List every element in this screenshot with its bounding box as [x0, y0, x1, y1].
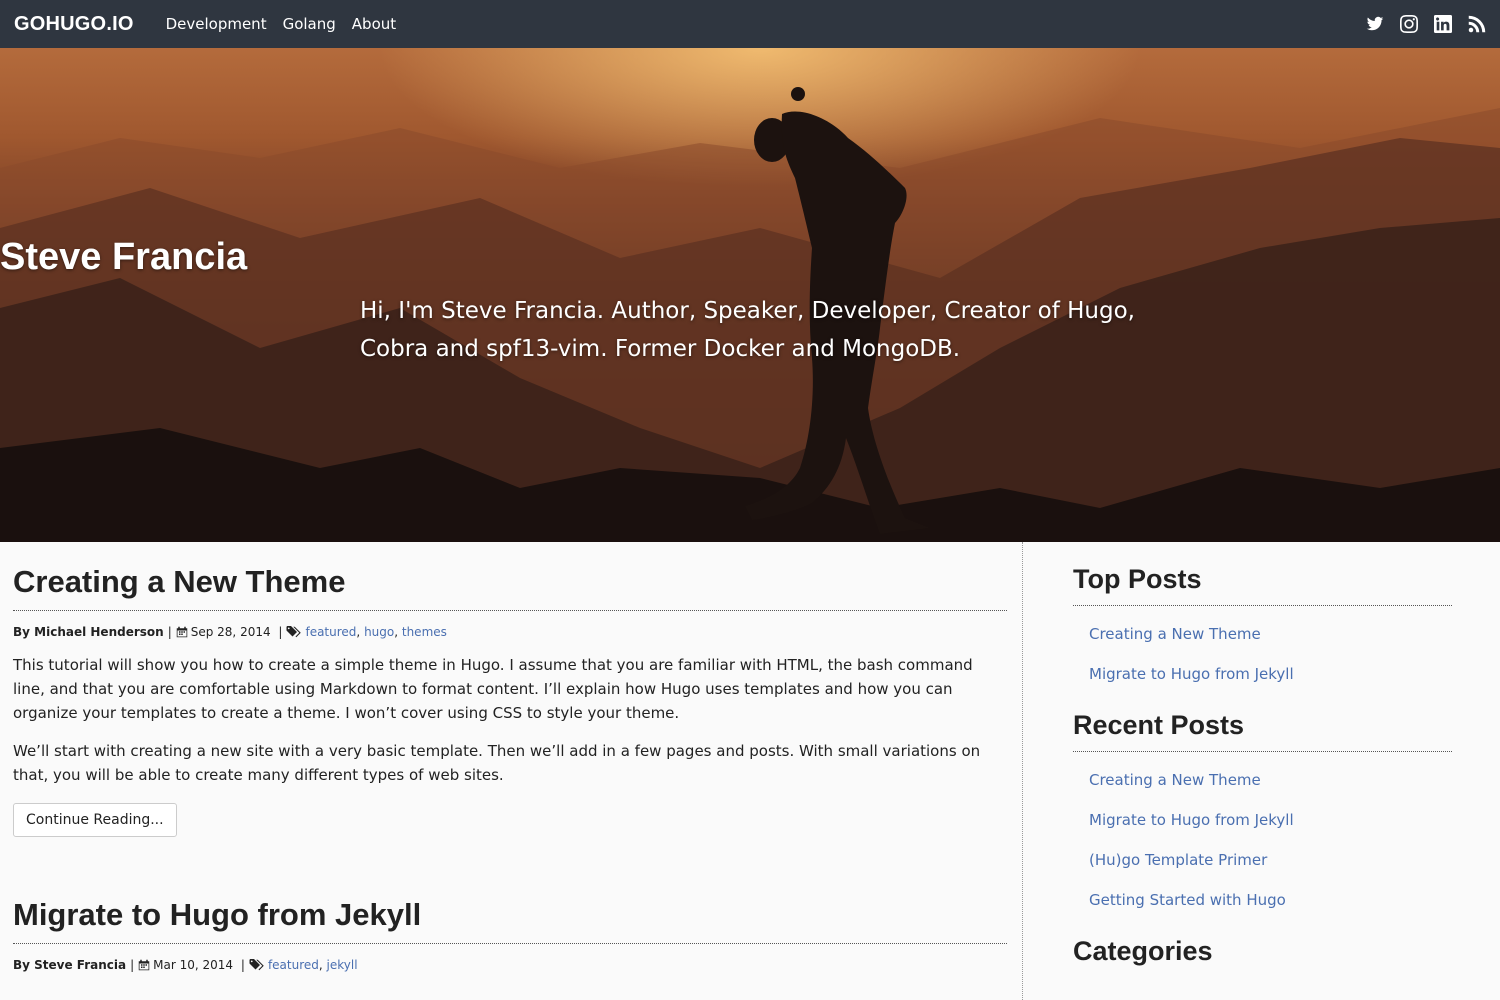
post-title-link[interactable]: Creating a New Theme: [13, 564, 1007, 611]
meta-separator: |: [167, 625, 172, 639]
list-item: Migrate to Hugo from Jekyll: [1089, 654, 1452, 694]
excerpt-paragraph: We’ll start with creating a new site wit…: [13, 742, 981, 784]
post-summary: Creating a New Theme By Michael Henderso…: [13, 564, 1007, 837]
tag-link[interactable]: hugo: [364, 625, 394, 639]
top-posts-section: Top Posts Creating a New Theme Migrate t…: [1073, 564, 1452, 694]
tag-link[interactable]: featured: [305, 625, 356, 639]
tags-icon: [249, 959, 265, 971]
post-date: Sep 28, 2014: [190, 625, 271, 639]
top-navbar: GOHUGO.IO Development Golang About: [0, 0, 1500, 48]
calendar-icon: [138, 959, 150, 971]
list-item: (Hu)go Template Primer: [1089, 840, 1452, 880]
linkedin-icon[interactable]: [1434, 15, 1452, 33]
nav-link-development[interactable]: Development: [166, 15, 267, 33]
post-excerpt: This tutorial will show you how to creat…: [13, 653, 1007, 787]
categories-section: Categories: [1073, 936, 1452, 977]
recent-posts-heading: Recent Posts: [1073, 710, 1452, 752]
twitter-icon[interactable]: [1366, 15, 1384, 33]
top-post-link[interactable]: Migrate to Hugo from Jekyll: [1089, 665, 1294, 683]
nav-link-about[interactable]: About: [352, 15, 396, 33]
tags-icon: [286, 626, 302, 638]
tag-link[interactable]: jekyll: [327, 958, 358, 972]
list-item: Migrate to Hugo from Jekyll: [1089, 800, 1452, 840]
recent-posts-section: Recent Posts Creating a New Theme Migrat…: [1073, 710, 1452, 920]
meta-separator: |: [274, 625, 283, 639]
instagram-icon[interactable]: [1400, 15, 1418, 33]
social-links: [1350, 0, 1486, 48]
hero-banner: Steve Francia Hi, I'm Steve Francia. Aut…: [0, 48, 1500, 542]
sidebar-divider: [1022, 542, 1023, 1000]
recent-posts-list: Creating a New Theme Migrate to Hugo fro…: [1073, 760, 1452, 920]
rss-icon[interactable]: [1468, 15, 1486, 33]
list-item: Creating a New Theme: [1089, 614, 1452, 654]
calendar-icon: [176, 626, 188, 638]
hero-title: Steve Francia: [0, 236, 248, 278]
list-item: Creating a New Theme: [1089, 760, 1452, 800]
post-list: Creating a New Theme By Michael Henderso…: [13, 542, 1007, 972]
nav-link-golang[interactable]: Golang: [283, 15, 336, 33]
recent-post-link[interactable]: Getting Started with Hugo: [1089, 891, 1286, 909]
excerpt-paragraph: This tutorial will show you how to creat…: [13, 656, 973, 722]
post-date: Mar 10, 2014: [153, 958, 234, 972]
top-posts-list: Creating a New Theme Migrate to Hugo fro…: [1073, 614, 1452, 694]
tag-link[interactable]: themes: [402, 625, 447, 639]
tag-link[interactable]: featured: [268, 958, 319, 972]
post-meta: By Michael Henderson | Sep 28, 2014 | fe…: [13, 625, 447, 639]
meta-separator: |: [237, 958, 245, 972]
hero-subtitle: Hi, I'm Steve Francia. Author, Speaker, …: [360, 298, 1135, 362]
recent-post-link[interactable]: Migrate to Hugo from Jekyll: [1089, 811, 1294, 829]
continue-reading-button[interactable]: Continue Reading...: [13, 803, 177, 837]
top-post-link[interactable]: Creating a New Theme: [1089, 625, 1261, 643]
post-title-link[interactable]: Migrate to Hugo from Jekyll: [13, 897, 1007, 944]
categories-heading: Categories: [1073, 936, 1213, 966]
list-item: Getting Started with Hugo: [1089, 880, 1452, 920]
site-brand-link[interactable]: GOHUGO.IO: [14, 13, 134, 36]
nav-links: Development Golang About: [158, 15, 405, 33]
meta-separator: |: [130, 958, 135, 972]
sidebar: Top Posts Creating a New Theme Migrate t…: [1073, 542, 1452, 977]
recent-post-link[interactable]: Creating a New Theme: [1089, 771, 1261, 789]
recent-post-link[interactable]: (Hu)go Template Primer: [1089, 851, 1267, 869]
post-meta: By Steve Francia | Mar 10, 2014 | featur…: [13, 958, 358, 972]
post-author: By Michael Henderson: [13, 625, 164, 639]
post-author: By Steve Francia: [13, 958, 127, 972]
post-summary: Migrate to Hugo from Jekyll By Steve Fra…: [13, 897, 1007, 972]
top-posts-heading: Top Posts: [1073, 564, 1452, 606]
